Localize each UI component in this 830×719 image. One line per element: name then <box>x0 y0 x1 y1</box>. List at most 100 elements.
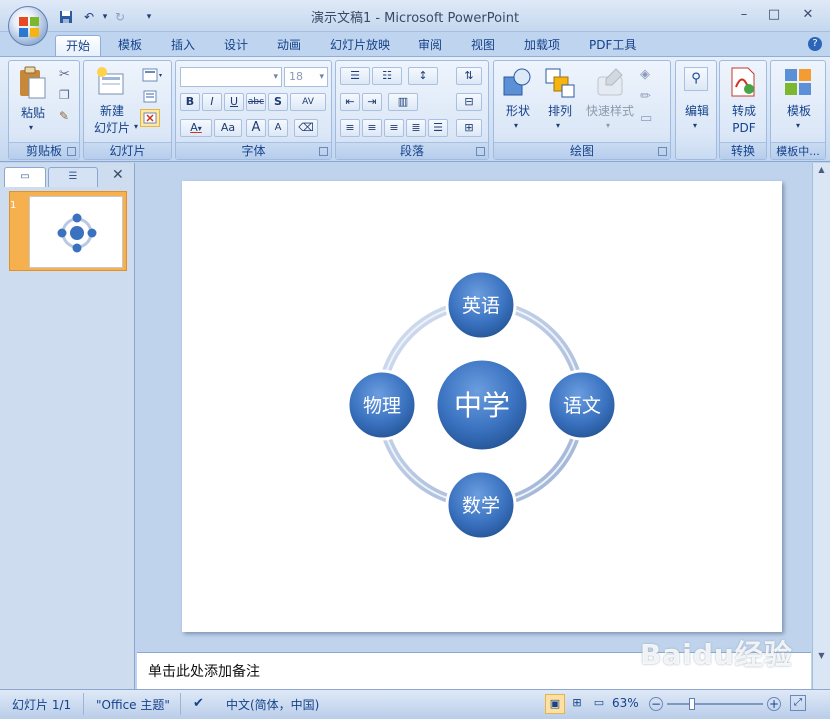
help-icon[interactable]: ? <box>808 37 822 51</box>
new-slide-dropdown-icon[interactable]: ▾ <box>134 122 138 131</box>
status-language[interactable]: 中文(简体，中国) <box>226 696 319 713</box>
smartart-diagram[interactable]: 中学 英语 语文 数学 物理 <box>182 181 782 632</box>
maximize-button[interactable]: □ <box>762 6 786 24</box>
fit-window-icon[interactable]: ⤢ <box>790 695 806 711</box>
new-slide-label-2[interactable]: 幻灯片 <box>88 120 136 136</box>
paragraph-launcher-icon[interactable] <box>476 147 485 156</box>
paste-button[interactable]: 粘贴 <box>13 105 53 121</box>
grow-font-button[interactable]: A <box>246 119 266 137</box>
align-center-icon[interactable]: ≡ <box>362 119 382 137</box>
close-button[interactable]: ✕ <box>796 6 820 24</box>
decrease-indent-icon[interactable]: ⇤ <box>340 93 360 111</box>
font-name-combo[interactable]: ▾ <box>180 67 282 87</box>
slide-canvas[interactable]: 中学 英语 语文 数学 物理 <box>182 181 782 632</box>
tab-design[interactable]: 设计 <box>214 35 258 56</box>
vertical-scrollbar[interactable]: ▲ ▼ <box>812 163 830 689</box>
template-icon[interactable] <box>783 67 813 97</box>
text-direction-icon[interactable]: ⇅ <box>456 67 482 85</box>
numbering-icon[interactable]: ☷ <box>372 67 402 85</box>
tab-slides-thumbnails[interactable]: ▭ <box>4 167 46 187</box>
tab-pdf-tools[interactable]: PDF工具 <box>579 35 646 56</box>
convert-pdf-label-1[interactable]: 转成 <box>722 103 766 119</box>
tab-view[interactable]: 视图 <box>461 35 505 56</box>
smartart-convert-icon[interactable]: ⊞ <box>456 119 482 137</box>
align-text-icon[interactable]: ⊟ <box>456 93 482 111</box>
quick-styles-button[interactable]: 快速样式 <box>582 103 638 119</box>
tab-outline[interactable]: ☰ <box>48 167 98 187</box>
font-color-dropdown-icon[interactable]: ▾ <box>198 124 202 133</box>
convert-pdf-label-2[interactable]: PDF <box>722 120 766 136</box>
shape-effects-icon[interactable]: ▭ <box>640 111 652 126</box>
reset-icon[interactable] <box>142 88 160 104</box>
notes-pane[interactable]: 单击此处添加备注 <box>137 652 811 689</box>
slide-thumbnail[interactable] <box>9 191 127 271</box>
find-binoculars-icon[interactable]: ⚲ <box>684 67 708 91</box>
increase-indent-icon[interactable]: ⇥ <box>362 93 382 111</box>
template-button[interactable]: 模板 <box>773 103 825 119</box>
tab-home[interactable]: 开始 <box>55 35 102 56</box>
office-button[interactable] <box>8 6 48 46</box>
shadow-button[interactable]: S <box>268 93 288 111</box>
slide-sorter-icon[interactable]: ⊞ <box>567 694 587 714</box>
zoom-slider-track[interactable] <box>667 703 763 705</box>
drawing-launcher-icon[interactable] <box>658 147 667 156</box>
shapes-icon[interactable] <box>502 67 534 99</box>
slideshow-view-icon[interactable]: ▭ <box>589 694 609 714</box>
columns-icon[interactable]: ▥ <box>388 93 418 111</box>
clear-format-icon[interactable]: ⌫ <box>294 119 318 137</box>
align-right-icon[interactable]: ≡ <box>384 119 404 137</box>
cut-icon[interactable]: ✂ <box>59 67 70 82</box>
quick-styles-dropdown-icon[interactable]: ▾ <box>606 121 610 130</box>
shape-outline-icon[interactable]: ✏ <box>640 89 651 104</box>
paste-dropdown-icon[interactable]: ▾ <box>29 123 33 132</box>
shape-fill-icon[interactable]: ◈ <box>640 67 650 82</box>
shapes-dropdown-icon[interactable]: ▾ <box>514 121 518 130</box>
zoom-level[interactable]: 63% <box>612 696 639 710</box>
edit-dropdown-icon[interactable]: ▾ <box>693 121 697 130</box>
delete-slide-icon[interactable] <box>140 109 160 127</box>
normal-view-icon[interactable]: ▣ <box>545 694 565 714</box>
strikethrough-button[interactable]: abc <box>246 93 266 111</box>
arrange-icon[interactable] <box>544 67 576 99</box>
minimize-button[interactable]: – <box>732 6 756 24</box>
edit-button[interactable]: 编辑 <box>678 103 716 119</box>
template-dropdown-icon[interactable]: ▾ <box>796 121 800 130</box>
change-case-button[interactable]: Aa <box>214 119 242 137</box>
pdf-icon[interactable] <box>730 67 756 97</box>
tab-slideshow[interactable]: 幻灯片放映 <box>320 35 400 56</box>
font-color-button[interactable]: A▾ <box>180 119 212 137</box>
new-slide-icon[interactable] <box>96 66 126 98</box>
tab-insert[interactable]: 插入 <box>161 35 205 56</box>
spell-check-icon[interactable]: ✔ <box>193 696 204 711</box>
shrink-font-button[interactable]: A <box>268 119 288 137</box>
zoom-out-icon[interactable]: − <box>649 697 663 711</box>
tab-addins[interactable]: 加载项 <box>514 35 570 56</box>
shapes-button[interactable]: 形状 <box>498 103 538 119</box>
layout-icon[interactable] <box>142 67 164 83</box>
format-painter-icon[interactable]: ✎ <box>59 109 69 123</box>
bold-button[interactable]: B <box>180 93 200 111</box>
scroll-down-icon[interactable]: ▼ <box>814 651 829 665</box>
font-name-dropdown-icon[interactable]: ▾ <box>273 68 278 86</box>
justify-icon[interactable]: ≣ <box>406 119 426 137</box>
arrange-dropdown-icon[interactable]: ▾ <box>556 121 560 130</box>
font-size-combo[interactable]: 18 ▾ <box>284 67 328 87</box>
tab-animation[interactable]: 动画 <box>267 35 311 56</box>
clipboard-launcher-icon[interactable] <box>67 147 76 156</box>
bullets-icon[interactable]: ☰ <box>340 67 370 85</box>
align-left-icon[interactable]: ≡ <box>340 119 360 137</box>
zoom-slider-thumb[interactable] <box>689 698 695 710</box>
quick-styles-icon[interactable] <box>594 67 626 99</box>
italic-button[interactable]: I <box>202 93 222 111</box>
scroll-up-icon[interactable]: ▲ <box>814 165 829 179</box>
font-size-dropdown-icon[interactable]: ▾ <box>319 68 324 86</box>
tab-review[interactable]: 审阅 <box>408 35 452 56</box>
copy-icon[interactable]: ❐ <box>59 88 70 102</box>
new-slide-label-1[interactable]: 新建 <box>88 103 136 119</box>
zoom-in-icon[interactable]: + <box>767 697 781 711</box>
char-spacing-button[interactable]: AV <box>290 93 326 111</box>
line-spacing-icon[interactable]: ↕ <box>408 67 438 85</box>
font-launcher-icon[interactable] <box>319 147 328 156</box>
paste-icon[interactable] <box>17 66 47 100</box>
distribute-icon[interactable]: ☰ <box>428 119 448 137</box>
